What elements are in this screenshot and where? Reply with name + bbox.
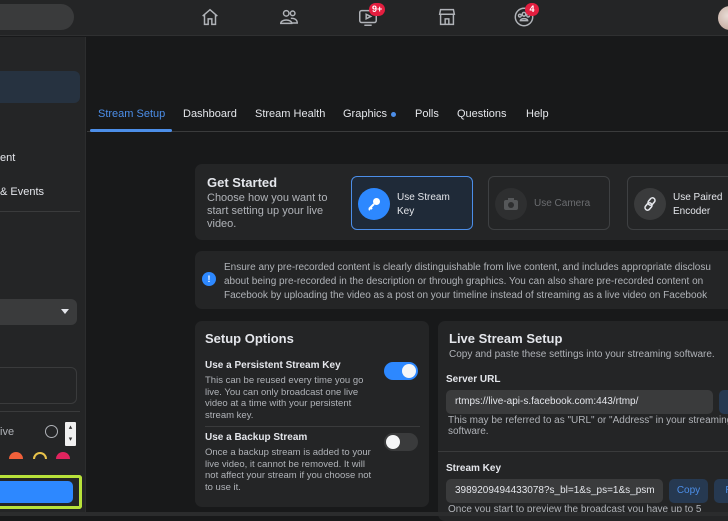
producer-tabs: Stream Setup Dashboard Stream Health Gra…	[87, 98, 728, 132]
audience-dropdown[interactable]	[0, 299, 77, 325]
tab-graphics-label: Graphics	[343, 108, 388, 120]
top-navigation-bar: 9+ 4	[0, 0, 728, 36]
live-stream-setup-subtitle: Copy and paste these settings into your …	[449, 349, 715, 360]
sidebar-divider	[0, 211, 80, 212]
setup-options-title: Setup Options	[205, 331, 294, 346]
go-live-button[interactable]	[0, 481, 73, 503]
get-started-title: Get Started	[207, 175, 278, 190]
backup-stream-title: Use a Backup Stream	[205, 432, 308, 443]
sidebar-divider	[0, 411, 80, 412]
option-use-stream-key[interactable]: Use Stream Key	[351, 176, 473, 230]
sidebar-selected-item[interactable]	[0, 71, 80, 103]
option-label: Use Camera	[534, 198, 591, 209]
nav-friends[interactable]	[278, 6, 302, 30]
reaction-haha-icon[interactable]	[9, 452, 23, 459]
toggle-knob	[386, 435, 400, 449]
scroll-stepper[interactable]: ▴ ▾	[65, 422, 76, 446]
option-use-paired-encoder[interactable]: Use Paired Encoder	[627, 176, 728, 230]
tab-questions[interactable]: Questions	[457, 108, 507, 120]
profile-avatar[interactable]	[718, 6, 728, 30]
camera-icon	[495, 188, 527, 220]
marketplace-icon	[438, 8, 456, 26]
option-use-camera[interactable]: Use Camera	[488, 176, 610, 230]
live-stream-setup-card: Live Stream Setup Copy and paste these s…	[438, 321, 728, 521]
reaction-angry-icon[interactable]	[56, 452, 70, 459]
bottom-edge	[0, 512, 728, 516]
sidebar-live-label: ive	[0, 426, 15, 438]
notice-line: Facebook by uploading the video as a pos…	[224, 290, 708, 301]
tab-dashboard[interactable]: Dashboard	[183, 108, 237, 120]
stream-key-label: Stream Key	[446, 463, 502, 474]
get-started-card: Get Started Choose how you want to start…	[195, 164, 728, 240]
prerecorded-notice: ! Ensure any pre-recorded content is cle…	[195, 251, 728, 309]
nav-home[interactable]	[199, 6, 223, 30]
notice-line: about being pre-recorded in the descript…	[224, 276, 704, 287]
persistent-key-title: Use a Persistent Stream Key	[205, 360, 341, 371]
setup-options-divider	[205, 426, 420, 427]
notice-text: Ensure any pre-recorded content is clear…	[224, 261, 728, 303]
nav-marketplace[interactable]	[436, 6, 460, 30]
notice-line: Ensure any pre-recorded content is clear…	[224, 262, 711, 273]
persistent-key-toggle[interactable]	[384, 362, 418, 380]
home-icon	[202, 8, 218, 26]
description-textarea[interactable]	[0, 367, 77, 404]
watch-badge: 9+	[369, 3, 386, 16]
backup-stream-toggle[interactable]	[384, 433, 418, 451]
chevron-down-icon	[61, 309, 69, 314]
nav-watch[interactable]: 9+	[357, 3, 386, 30]
key-icon	[358, 188, 390, 220]
emoji-icon[interactable]	[45, 425, 58, 438]
toggle-knob	[402, 364, 416, 378]
backup-stream-description: Once a backup stream is added to your li…	[205, 447, 372, 493]
setup-options-card: Setup Options Use a Persistent Stream Ke…	[195, 321, 429, 507]
link-icon	[634, 188, 666, 220]
server-url-copy-button[interactable]	[719, 390, 728, 414]
search-input[interactable]	[0, 4, 74, 30]
notification-dot-icon	[391, 111, 397, 117]
server-url-help: This may be referred to as "URL" or "Add…	[448, 415, 728, 437]
stepper-down-icon[interactable]: ▾	[65, 434, 76, 446]
stream-key-reset-button[interactable]: R	[714, 479, 728, 503]
tab-help[interactable]: Help	[526, 108, 549, 120]
persistent-key-description: This can be reused every time you go liv…	[205, 375, 364, 421]
option-label: Use Stream Key	[397, 192, 450, 217]
tab-polls[interactable]: Polls	[415, 108, 439, 120]
live-stream-divider	[438, 451, 728, 452]
friends-icon	[280, 9, 298, 25]
sidebar-item-content[interactable]: ent	[0, 152, 15, 164]
get-started-subtitle: Choose how you want to start setting up …	[207, 192, 328, 230]
option-label: Use Paired Encoder	[673, 192, 723, 217]
reaction-wow-icon[interactable]	[33, 452, 47, 459]
tab-stream-health[interactable]: Stream Health	[255, 108, 325, 120]
stream-key-field[interactable]: 3989209494433078?s_bl=1&s_ps=1&s_psm	[446, 479, 663, 503]
server-url-field[interactable]: rtmps://live-api-s.facebook.com:443/rtmp…	[446, 390, 713, 414]
tab-graphics[interactable]: Graphics	[343, 108, 397, 120]
server-url-label: Server URL	[446, 374, 501, 385]
nav-groups[interactable]: 4	[513, 3, 539, 30]
live-stream-setup-title: Live Stream Setup	[449, 331, 563, 346]
stepper-up-icon[interactable]: ▴	[65, 422, 76, 434]
tab-stream-setup[interactable]: Stream Setup	[98, 108, 165, 120]
highlighted-go-live-area	[0, 475, 82, 509]
info-icon: !	[202, 272, 216, 286]
sidebar-item-events[interactable]: & Events	[0, 186, 44, 198]
active-tab-indicator	[90, 129, 172, 132]
stream-key-copy-button[interactable]: Copy	[669, 479, 708, 503]
groups-badge: 4	[525, 3, 539, 16]
